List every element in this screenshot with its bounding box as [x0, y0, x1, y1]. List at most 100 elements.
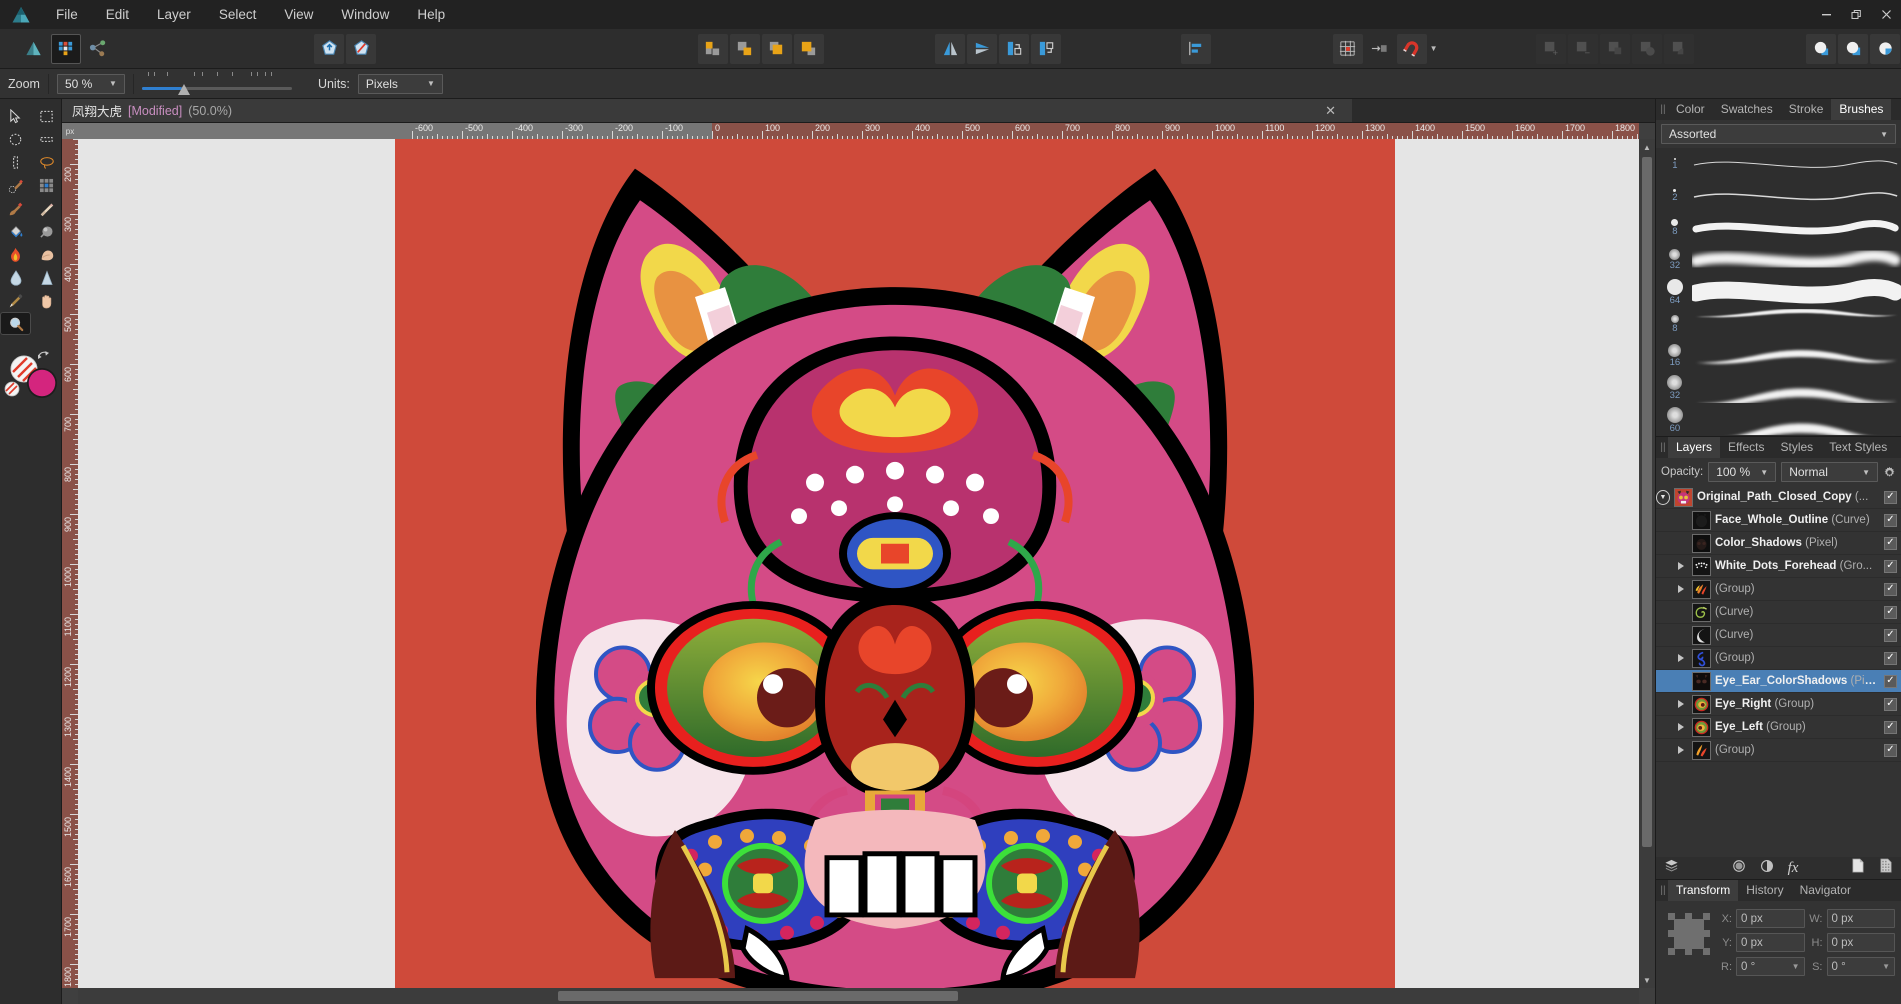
menu-layer[interactable]: Layer: [143, 0, 205, 29]
tab-effects[interactable]: Effects: [1720, 437, 1772, 458]
view-pan-tool[interactable]: [31, 289, 62, 312]
layer-visibility-checkbox[interactable]: ✓: [1884, 651, 1897, 665]
transform-x-input[interactable]: 0 px: [1736, 909, 1805, 928]
snapping-dropdown-caret-icon[interactable]: ▼: [1428, 34, 1440, 64]
document-tab[interactable]: 凤翔大虎 [Modified] (50.0%) ✕: [62, 99, 1352, 122]
layer-visibility-checkbox[interactable]: ✓: [1884, 743, 1897, 757]
move-forward-icon[interactable]: [729, 33, 760, 64]
column-marquee-tool[interactable]: [0, 151, 31, 174]
horizontal-ruler[interactable]: -600 -500 -400 -300 -200 -100 0 100 200 300 400 500…: [78, 123, 1639, 139]
transform-y-input[interactable]: 0 px: [1736, 933, 1805, 952]
flip-vertical-icon[interactable]: [967, 33, 998, 64]
add-to-selection-icon[interactable]: [314, 33, 345, 64]
restore-button[interactable]: [1841, 0, 1871, 29]
move-to-back-icon[interactable]: [793, 33, 824, 64]
brush-item[interactable]: 8: [1656, 212, 1901, 244]
tab-history[interactable]: History: [1738, 880, 1791, 901]
tab-transform[interactable]: Transform: [1668, 880, 1739, 901]
layer-visibility-checkbox[interactable]: ✓: [1884, 559, 1897, 573]
flood-select-tool[interactable]: [31, 174, 62, 197]
close-icon[interactable]: ✕: [1325, 103, 1344, 119]
minimize-button[interactable]: [1811, 0, 1841, 29]
brush-item[interactable]: 64: [1656, 276, 1901, 308]
tab-styles[interactable]: Styles: [1773, 437, 1822, 458]
tab-layers[interactable]: Layers: [1668, 437, 1721, 458]
layer-row[interactable]: Eye_Ear_ColorShadows (Pixel) ✓: [1656, 670, 1901, 693]
zoom-slider[interactable]: [141, 71, 292, 97]
chevron-down-icon[interactable]: ▼: [1792, 962, 1800, 971]
elliptical-marquee-tool[interactable]: [0, 128, 31, 151]
move-backward-icon[interactable]: [761, 33, 792, 64]
menu-window[interactable]: Window: [327, 0, 403, 29]
photo-persona-icon[interactable]: [19, 34, 49, 64]
brush-item[interactable]: 2: [1656, 180, 1901, 212]
brush-item[interactable]: 32: [1656, 244, 1901, 276]
menu-edit[interactable]: Edit: [92, 0, 143, 29]
color-picker-tool[interactable]: [0, 289, 31, 312]
alignment-icon[interactable]: [1180, 33, 1211, 64]
units-combo[interactable]: Pixels ▼: [357, 73, 443, 94]
add-layer-icon[interactable]: [1851, 858, 1865, 878]
brush-item[interactable]: 60: [1656, 404, 1901, 436]
rotate-ccw-icon[interactable]: [999, 33, 1030, 64]
reset-colors-icon[interactable]: [4, 381, 20, 397]
geometry-combine-icon[interactable]: [1664, 33, 1695, 64]
move-tool[interactable]: [0, 105, 31, 128]
scroll-down-icon[interactable]: ▼: [1639, 972, 1655, 988]
vertical-scroll-thumb[interactable]: [1642, 157, 1652, 847]
layer-row[interactable]: (Curve) ✓: [1656, 601, 1901, 624]
layer-list[interactable]: ▼ Original_Path_Closed_Copy (... ✓ Face_Who…: [1656, 486, 1901, 857]
vertical-ruler[interactable]: 200 300 400 500 600 700 800 900 1000 1100 1200 1300…: [62, 139, 78, 988]
scroll-up-icon[interactable]: ▲: [1639, 139, 1655, 155]
layer-row[interactable]: Color_Shadows (Pixel) ✓: [1656, 532, 1901, 555]
brush-item[interactable]: 16: [1656, 340, 1901, 372]
brush-list[interactable]: 1 2 8 32 64 8 16 32 60: [1656, 148, 1901, 436]
magnet-snap-icon[interactable]: [1396, 33, 1427, 64]
layer-stack-icon[interactable]: [1664, 858, 1679, 878]
chevron-down-icon[interactable]: ▼: [1882, 962, 1890, 971]
blur-tool[interactable]: [0, 266, 31, 289]
layer-visibility-checkbox[interactable]: ✓: [1884, 720, 1897, 734]
menu-view[interactable]: View: [270, 0, 327, 29]
expander-expand-icon[interactable]: [1674, 654, 1688, 662]
dodge-tool[interactable]: [31, 220, 62, 243]
geometry-intersect-icon[interactable]: [1600, 33, 1631, 64]
horizontal-scrollbar[interactable]: [78, 988, 1639, 1004]
geometry-divide-icon[interactable]: [1632, 33, 1663, 64]
burn-tool[interactable]: [0, 243, 31, 266]
tab-swatches[interactable]: Swatches: [1713, 99, 1781, 120]
transform-r-input[interactable]: 0 ° ▼: [1736, 957, 1805, 976]
chevron-down-icon[interactable]: ▼: [104, 79, 122, 88]
panel-grip-icon[interactable]: ||: [1658, 442, 1668, 453]
opacity-combo[interactable]: 100 % ▼: [1708, 462, 1777, 482]
smudge-tool[interactable]: [31, 243, 62, 266]
layer-row[interactable]: (Group) ✓: [1656, 578, 1901, 601]
layer-visibility-checkbox[interactable]: ✓: [1884, 513, 1897, 527]
brush-item[interactable]: 32: [1656, 372, 1901, 404]
geometry-add-icon[interactable]: +: [1536, 33, 1567, 64]
layer-visibility-checkbox[interactable]: ✓: [1884, 582, 1897, 596]
layer-visibility-checkbox[interactable]: ✓: [1884, 628, 1897, 642]
horizontal-scroll-thumb[interactable]: [558, 991, 958, 1001]
layer-row[interactable]: Eye_Left (Group) ✓: [1656, 716, 1901, 739]
layer-visibility-checkbox[interactable]: ✓: [1884, 697, 1897, 711]
zoom-slider-knob[interactable]: [177, 83, 190, 95]
transform-h-input[interactable]: 0 px: [1826, 933, 1895, 952]
mask-layer-icon[interactable]: [1879, 858, 1893, 878]
ruler-unit-label[interactable]: px: [62, 123, 78, 139]
layer-visibility-checkbox[interactable]: ✓: [1884, 490, 1897, 504]
brush-item[interactable]: 1: [1656, 148, 1901, 180]
geometry-subtract-icon[interactable]: −: [1568, 33, 1599, 64]
flood-fill-tool[interactable]: [0, 220, 31, 243]
zoom-tool[interactable]: [0, 312, 31, 335]
expander-expand-icon[interactable]: [1674, 700, 1688, 708]
expander-expand-icon[interactable]: [1674, 723, 1688, 731]
layer-row[interactable]: Eye_Right (Group) ✓: [1656, 693, 1901, 716]
vertical-scrollbar[interactable]: ▲ ▼: [1639, 139, 1655, 988]
develop-persona-icon[interactable]: [83, 34, 113, 64]
transform-w-input[interactable]: 0 px: [1826, 909, 1895, 928]
transform-anchor-icon[interactable]: [1668, 913, 1710, 955]
tab-navigator[interactable]: Navigator: [1792, 880, 1859, 901]
layer-visibility-checkbox[interactable]: ✓: [1884, 605, 1897, 619]
live-filter-icon[interactable]: [1760, 859, 1774, 878]
